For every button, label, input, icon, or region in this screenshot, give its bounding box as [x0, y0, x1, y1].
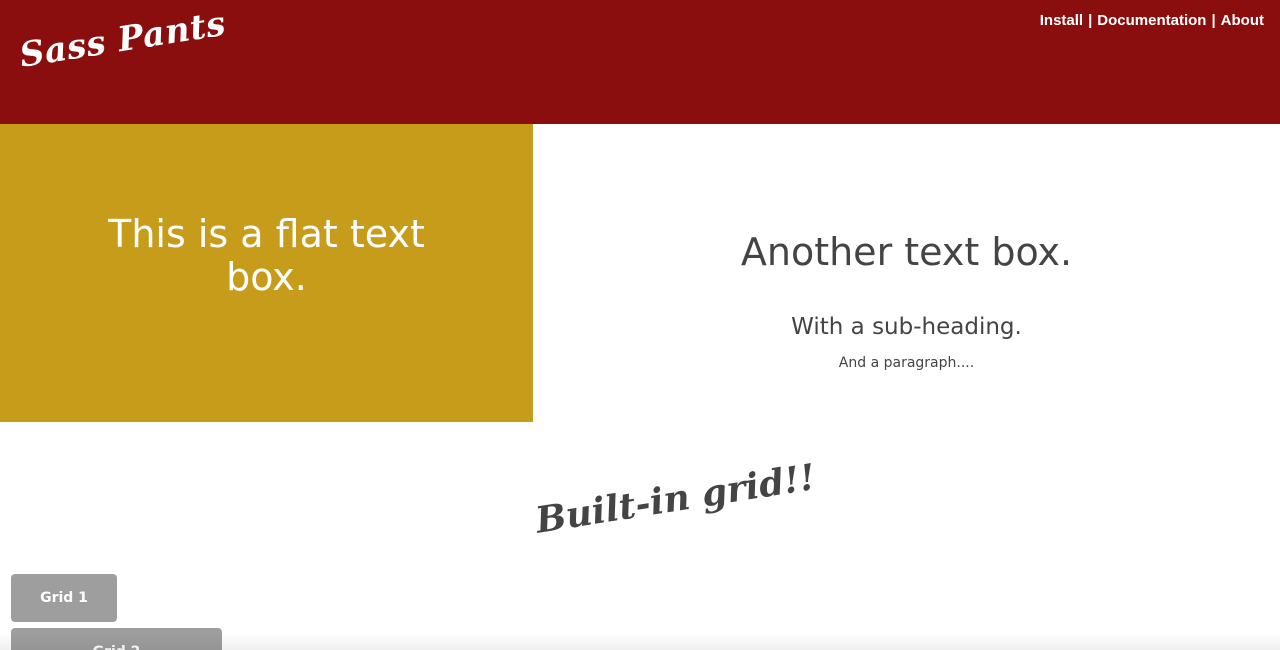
- text-box-subheading: With a sub-heading.: [791, 314, 1022, 340]
- site-logo[interactable]: Sass Pants: [17, 4, 229, 76]
- flat-box-heading: This is a flat text box.: [108, 212, 425, 299]
- another-text-box: Another text box. With a sub-heading. An…: [533, 124, 1280, 422]
- top-nav: Install | Documentation | About: [1040, 12, 1264, 29]
- grid-1-button[interactable]: Grid 1: [11, 574, 117, 622]
- nav-separator: |: [1088, 12, 1093, 29]
- nav-separator: |: [1211, 12, 1216, 29]
- flat-text-box: This is a flat text box.: [0, 124, 533, 422]
- nav-link-about[interactable]: About: [1221, 12, 1264, 29]
- text-box-paragraph: And a paragraph....: [838, 355, 975, 371]
- nav-link-install[interactable]: Install: [1040, 12, 1083, 29]
- text-box-heading: Another text box.: [740, 230, 1073, 274]
- grid-section-title: Built-in grid!!: [532, 456, 819, 542]
- nav-link-documentation[interactable]: Documentation: [1097, 12, 1206, 29]
- grid-2-button[interactable]: Grid 2: [11, 628, 222, 650]
- site-header: Sass Pants Install | Documentation | About: [0, 0, 1280, 124]
